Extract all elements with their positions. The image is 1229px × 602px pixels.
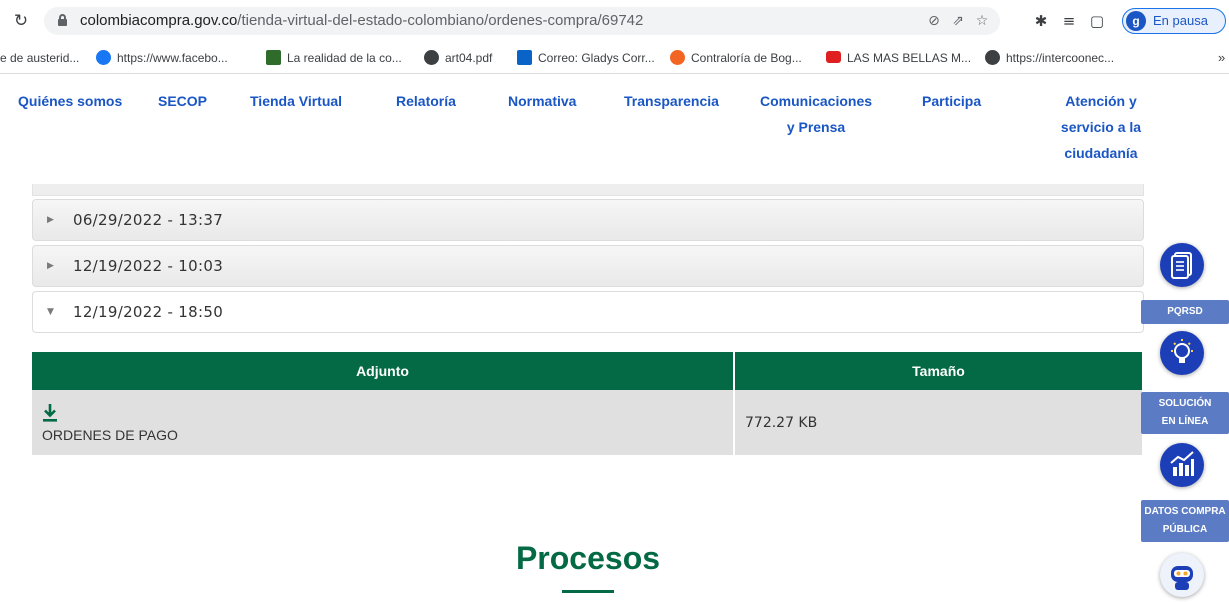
table-header-row: Adjunto Tamaño bbox=[32, 352, 1142, 390]
eye-off-icon[interactable]: ⊘ bbox=[924, 11, 944, 31]
accordion-item-expanded[interactable]: ▼ 12/19/2022 - 18:50 bbox=[32, 291, 1144, 333]
lightbulb-icon bbox=[1171, 339, 1193, 363]
datos-compra-publica-label[interactable]: DATOS COMPRA PÚBLICA bbox=[1141, 500, 1229, 542]
bookmarks-overflow-icon[interactable]: » bbox=[1218, 50, 1225, 65]
nav-transparencia[interactable]: Transparencia bbox=[624, 88, 734, 114]
robot-icon bbox=[1171, 566, 1193, 590]
youtube-icon bbox=[826, 51, 841, 63]
accordion-date: 06/29/2022 - 13:37 bbox=[73, 211, 224, 229]
bookmark-item[interactable]: La realidad de la co... bbox=[266, 49, 402, 67]
bookmark-item[interactable]: LAS MAS BELLAS M... bbox=[826, 49, 971, 67]
nav-label: y Prensa bbox=[786, 119, 846, 135]
pqrsd-button[interactable] bbox=[1160, 243, 1204, 287]
bookmark-item[interactable]: https://www.facebo... bbox=[96, 49, 228, 67]
datos-compra-publica-button[interactable] bbox=[1160, 443, 1204, 487]
nav-label: Quiénes somos bbox=[18, 93, 123, 109]
solucion-en-linea-button[interactable] bbox=[1160, 331, 1204, 375]
url-domain: colombiacompra.gov.co bbox=[80, 12, 238, 29]
bookmark-label: Correo: Gladys Corr... bbox=[538, 51, 655, 65]
bookmark-item[interactable]: e de austerid... bbox=[0, 49, 79, 67]
download-icon[interactable] bbox=[42, 403, 58, 423]
bookmark-label: https://www.facebo... bbox=[117, 51, 228, 65]
accordion-item[interactable]: ▶ 12/19/2022 - 10:03 bbox=[32, 245, 1144, 287]
section-title: Procesos bbox=[515, 540, 661, 576]
accordion-item[interactable]: ▶ 06/29/2022 - 13:37 bbox=[32, 199, 1144, 241]
reload-icon[interactable]: ↻ bbox=[10, 10, 32, 32]
attachment-cell: ORDENES DE PAGO bbox=[32, 390, 735, 455]
share-icon[interactable]: ⇗ bbox=[948, 11, 968, 31]
pqrsd-label[interactable]: PQRSD bbox=[1141, 300, 1229, 324]
nav-label: Transparencia bbox=[624, 93, 719, 109]
bookmarks-bar: e de austerid... https://www.facebo... L… bbox=[0, 42, 1229, 74]
widget-label: EN LÍNEA bbox=[1161, 416, 1209, 427]
avatar: g bbox=[1126, 11, 1146, 31]
nav-label: Tienda Virtual bbox=[250, 93, 343, 109]
nav-quienes-somos[interactable]: Quiénes somos bbox=[18, 88, 128, 114]
accordion-date: 12/19/2022 - 10:03 bbox=[73, 257, 224, 275]
image-icon bbox=[266, 50, 281, 65]
attachments-table: Adjunto Tamaño ORDENES DE PAGO 772.27 KB bbox=[32, 352, 1142, 455]
accordion-previous-item bbox=[32, 184, 1144, 196]
globe-icon bbox=[985, 50, 1000, 65]
address-bar[interactable]: colombiacompra.gov.co/tienda-virtual-del… bbox=[44, 7, 1000, 35]
facebook-icon bbox=[96, 50, 111, 65]
caret-right-icon: ▶ bbox=[47, 215, 54, 225]
profile-status: En pausa bbox=[1153, 13, 1208, 28]
nav-label: SECOP bbox=[158, 93, 208, 109]
column-header-tamano: Tamaño bbox=[734, 352, 1142, 390]
browser-toolbar: ↻ colombiacompra.gov.co/tienda-virtual-d… bbox=[0, 0, 1229, 42]
nav-label: Normativa bbox=[508, 93, 577, 109]
column-header-adjunto: Adjunto bbox=[32, 352, 735, 390]
accordion-date: 12/19/2022 - 18:50 bbox=[73, 303, 224, 321]
attachment-name[interactable]: ORDENES DE PAGO bbox=[42, 427, 178, 443]
nav-label: Participa bbox=[922, 93, 982, 109]
nav-label: Relatoría bbox=[396, 93, 456, 109]
nav-label: ciudadanía bbox=[1064, 145, 1138, 161]
caret-right-icon: ▶ bbox=[47, 261, 54, 271]
title-underline bbox=[562, 590, 614, 593]
chatbot-button[interactable] bbox=[1160, 553, 1204, 597]
bookmark-label: La realidad de la co... bbox=[287, 51, 402, 65]
profile-button[interactable]: g En pausa bbox=[1122, 8, 1226, 34]
bookmark-item[interactable]: Contraloría de Bog... bbox=[670, 49, 802, 67]
nav-comunicaciones[interactable]: Comunicaciones y Prensa bbox=[746, 88, 886, 140]
bookmark-label: e de austerid... bbox=[0, 51, 80, 65]
bookmark-label: LAS MAS BELLAS M... bbox=[847, 51, 972, 65]
attachment-size: 772.27 KB bbox=[734, 390, 1142, 455]
bookmark-item[interactable]: art04.pdf bbox=[424, 49, 492, 67]
bookmark-item[interactable]: https://intercoonec... bbox=[985, 49, 1114, 67]
caret-down-icon: ▼ bbox=[47, 307, 54, 317]
nav-relatoria[interactable]: Relatoría bbox=[396, 88, 476, 114]
document-icon bbox=[1171, 252, 1192, 279]
side-panel-icon[interactable]: ▢ bbox=[1086, 10, 1108, 32]
nav-normativa[interactable]: Normativa bbox=[508, 88, 598, 114]
bookmark-label: art04.pdf bbox=[445, 51, 493, 65]
nav-label: Atención y bbox=[1065, 93, 1137, 109]
bookmark-label: Contraloría de Bog... bbox=[691, 51, 802, 65]
nav-atencion[interactable]: Atención y servicio a la ciudadanía bbox=[1036, 88, 1166, 166]
url-text[interactable]: colombiacompra.gov.co/tienda-virtual-del… bbox=[80, 12, 643, 29]
table-row: ORDENES DE PAGO 772.27 KB bbox=[32, 390, 1142, 455]
solucion-en-linea-label[interactable]: SOLUCIÓN EN LÍNEA bbox=[1141, 392, 1229, 434]
nav-secop[interactable]: SECOP bbox=[158, 88, 218, 114]
chart-icon bbox=[1170, 451, 1194, 476]
extensions-icon[interactable]: ✱ bbox=[1030, 10, 1052, 32]
bookmark-label: https://intercoonec... bbox=[1006, 51, 1115, 65]
widget-label: DATOS COMPRA bbox=[1144, 506, 1226, 517]
widget-label: PÚBLICA bbox=[1162, 524, 1208, 535]
url-path: /tienda-virtual-del-estado-colombiano/or… bbox=[237, 12, 644, 29]
globe-icon bbox=[424, 50, 439, 65]
nav-label: servicio a la bbox=[1060, 119, 1142, 135]
lock-icon[interactable] bbox=[58, 14, 67, 26]
contraloria-icon bbox=[670, 50, 685, 65]
bookmark-item[interactable]: Correo: Gladys Corr... bbox=[517, 49, 655, 67]
nav-participa[interactable]: Participa bbox=[922, 88, 1002, 114]
widget-label: PQRSD bbox=[1167, 306, 1203, 317]
nav-tienda-virtual[interactable]: Tienda Virtual bbox=[250, 88, 360, 114]
nav-label: Comunicaciones bbox=[759, 93, 873, 109]
star-icon[interactable]: ☆ bbox=[972, 11, 992, 31]
reading-list-icon[interactable]: ≡ bbox=[1058, 10, 1080, 32]
outlook-icon bbox=[517, 50, 532, 65]
widget-label: SOLUCIÓN bbox=[1158, 398, 1212, 409]
